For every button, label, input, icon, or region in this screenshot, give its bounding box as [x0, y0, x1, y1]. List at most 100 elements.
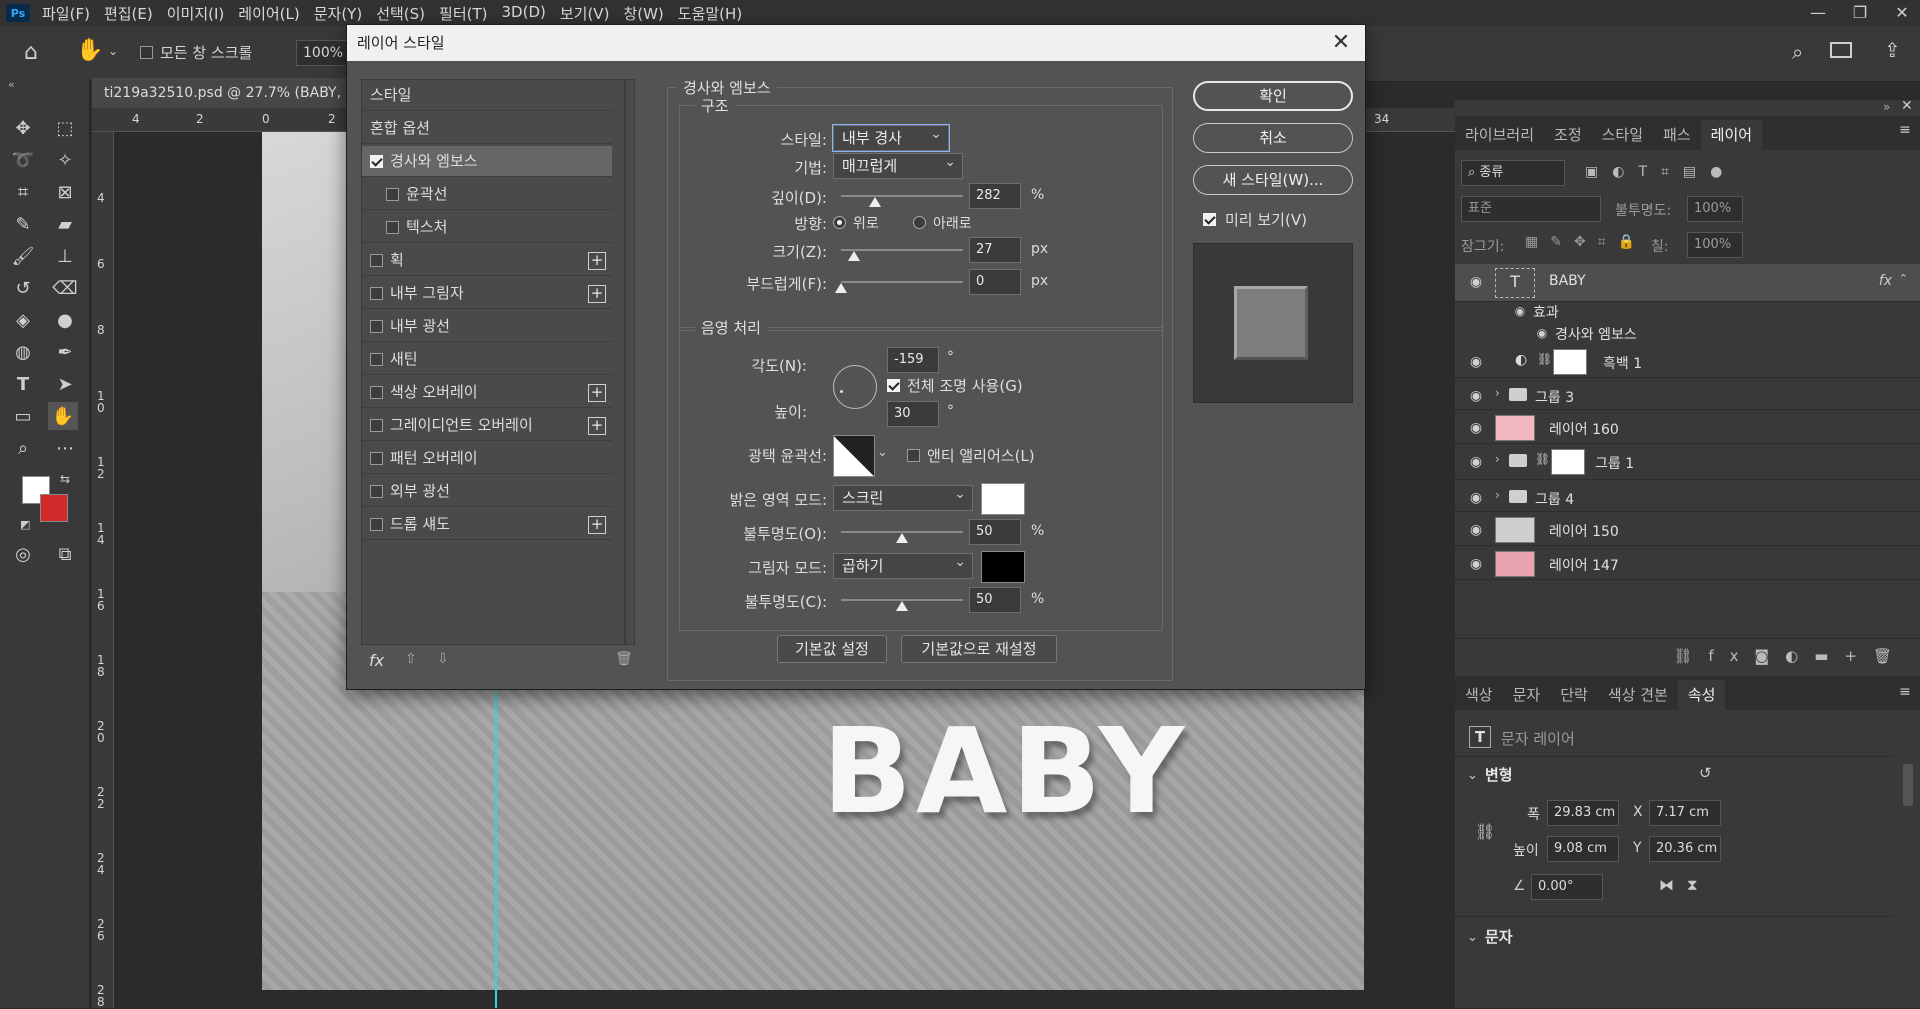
dodge-tool-icon[interactable]: ◍	[8, 338, 38, 366]
visibility-eye-icon[interactable]: ◉	[1533, 324, 1551, 342]
type-tool-icon[interactable]: T	[8, 370, 38, 398]
layer-row[interactable]: ◉ 레이어 160	[1455, 410, 1920, 444]
properties-scrollbar[interactable]	[1903, 764, 1913, 806]
soften-slider-track[interactable]	[841, 281, 963, 283]
visibility-eye-icon[interactable]: ◉	[1467, 353, 1485, 371]
style-item-checkbox[interactable]	[370, 485, 383, 498]
style-item-checkbox[interactable]	[386, 188, 399, 201]
menu-item[interactable]: 보기(V)	[560, 3, 610, 24]
more-tools-icon[interactable]: ⋯	[50, 434, 80, 462]
collapse-effects-icon[interactable]: ⌃	[1899, 272, 1908, 285]
y-field[interactable]: 20.36 cm	[1649, 836, 1721, 862]
path-selection-tool-icon[interactable]: ➤	[50, 370, 80, 398]
layer-mask-thumbnail[interactable]	[1553, 349, 1587, 375]
soften-slider-handle[interactable]	[835, 283, 847, 293]
layer-row[interactable]: ◉ › ⛓ 그룹 1	[1455, 444, 1920, 480]
blur-tool-icon[interactable]: ●	[50, 306, 80, 334]
magic-wand-tool-icon[interactable]: ✧	[50, 146, 80, 174]
add-effect-icon[interactable]: +	[588, 417, 606, 435]
tab-styles[interactable]: 스타일	[1592, 120, 1653, 150]
style-list-item[interactable]: 내부 광선	[362, 311, 612, 342]
menu-item[interactable]: 창(W)	[623, 3, 663, 24]
flip-horizontal-icon[interactable]: ⧓	[1659, 876, 1674, 894]
layer-row[interactable]: ◉ › 그룹 4	[1455, 480, 1920, 512]
delete-effect-icon[interactable]: 🗑	[615, 651, 633, 667]
opacity-field[interactable]: 100%	[1687, 196, 1743, 222]
style-list-item[interactable]: 텍스처	[362, 212, 612, 243]
menu-item[interactable]: 이미지(I)	[167, 3, 225, 24]
tab-swatches[interactable]: 색상 견본	[1598, 680, 1678, 710]
depth-field[interactable]: 282	[969, 183, 1021, 209]
tab-paths[interactable]: 패스	[1653, 120, 1701, 150]
shadow-opacity-slider-handle[interactable]	[896, 601, 908, 611]
layer-row[interactable]: ◉ 레이어 150	[1455, 512, 1920, 546]
altitude-field[interactable]: 30	[887, 401, 939, 427]
visibility-eye-icon[interactable]: ◉	[1467, 273, 1485, 291]
new-style-button[interactable]: 새 스타일(W)...	[1193, 165, 1353, 195]
visibility-eye-icon[interactable]: ◉	[1467, 453, 1485, 471]
mask-link-icon[interactable]: ⛓	[1535, 452, 1550, 466]
tab-layers[interactable]: 레이어	[1700, 120, 1763, 150]
workspace-icon[interactable]	[1830, 42, 1852, 58]
style-item-checkbox[interactable]	[386, 221, 399, 234]
menu-item[interactable]: 편집(E)	[104, 3, 153, 24]
style-list-item[interactable]: 경사와 엠보스	[362, 146, 612, 177]
close-panels-icon[interactable]: ✕	[1901, 98, 1913, 114]
ok-button[interactable]: 확인	[1193, 81, 1353, 111]
chevron-down-icon[interactable]: ⌄	[1467, 768, 1478, 783]
menu-item[interactable]: 3D(D)	[502, 3, 546, 24]
gloss-contour-picker[interactable]	[833, 435, 875, 477]
default-colors-icon[interactable]: ◩	[20, 518, 30, 531]
scroll-all-checkbox[interactable]	[140, 46, 153, 59]
shadow-mode-dropdown[interactable]: 곱하기	[833, 550, 973, 579]
direction-up-radio[interactable]	[833, 216, 846, 229]
menu-item[interactable]: 도움말(H)	[678, 3, 742, 24]
style-list-item[interactable]: 혼합 옵션	[362, 113, 612, 144]
layer-thumbnail[interactable]	[1495, 415, 1535, 441]
angle-field[interactable]: -159	[887, 347, 939, 373]
paint-bucket-tool-icon[interactable]: ◈	[8, 306, 38, 334]
mask-link-icon[interactable]: ⛓	[1537, 352, 1552, 366]
style-list-item[interactable]: 외부 광선	[362, 476, 612, 507]
add-effect-icon[interactable]: +	[588, 252, 606, 270]
bevel-style-dropdown[interactable]: 내부 경사	[832, 122, 950, 152]
visibility-eye-icon[interactable]: ◉	[1467, 521, 1485, 539]
menu-item[interactable]: 레이어(L)	[238, 3, 299, 24]
style-list-item[interactable]: 새틴	[362, 344, 612, 375]
chevron-down-icon[interactable]: ⌄	[877, 445, 888, 460]
x-field[interactable]: 7.17 cm	[1649, 800, 1721, 826]
visibility-eye-icon[interactable]: ◉	[1467, 419, 1485, 437]
brush-tool-icon[interactable]: 🖌	[8, 242, 38, 270]
add-effect-icon[interactable]: +	[588, 516, 606, 534]
tab-paragraph[interactable]: 단락	[1550, 680, 1598, 710]
lasso-tool-icon[interactable]: ➰	[8, 146, 38, 174]
visibility-eye-icon[interactable]: ◉	[1511, 302, 1529, 320]
layer-row[interactable]: ◉ 효과	[1455, 300, 1920, 322]
style-item-checkbox[interactable]	[370, 320, 383, 333]
text-layer-thumbnail[interactable]: T	[1495, 268, 1535, 298]
style-list-item[interactable]: 스타일	[362, 80, 612, 111]
blend-mode-dropdown[interactable]: 표준	[1461, 196, 1601, 222]
eraser-tool-icon[interactable]: ⌫	[50, 274, 80, 302]
layer-row[interactable]: ◉ 경사와 엠보스	[1455, 322, 1920, 344]
style-list-item[interactable]: 윤곽선	[362, 179, 612, 210]
depth-slider-handle[interactable]	[869, 197, 882, 207]
tab-adjustments[interactable]: 조정	[1544, 120, 1592, 150]
crop-tool-icon[interactable]: ⌗	[8, 178, 38, 206]
height-field[interactable]: 9.08 cm	[1547, 836, 1619, 862]
layer-footer-icons[interactable]: ⛓fx◙◐▬+🗑	[1673, 647, 1908, 665]
soften-field[interactable]: 0	[969, 269, 1021, 295]
layer-row[interactable]: ◉ 레이어 147	[1455, 546, 1920, 580]
visibility-eye-icon[interactable]: ◉	[1467, 387, 1485, 405]
visibility-eye-icon[interactable]: ◉	[1467, 489, 1485, 507]
tool-preset-chevron-icon[interactable]: ⌄	[108, 44, 118, 58]
move-tool-icon[interactable]: ✥	[8, 114, 38, 142]
style-item-checkbox[interactable]	[370, 287, 383, 300]
style-list-scrollbar[interactable]	[625, 79, 635, 645]
document-tab[interactable]: ti219a32510.psd @ 27.7% (BABY, RG	[92, 78, 348, 108]
style-item-checkbox[interactable]	[370, 518, 383, 531]
width-field[interactable]: 29.83 cm	[1547, 800, 1619, 826]
tab-library[interactable]: 라이브러리	[1455, 120, 1544, 150]
visibility-eye-icon[interactable]: ◉	[1467, 555, 1485, 573]
layer-thumbnail[interactable]	[1495, 551, 1535, 577]
